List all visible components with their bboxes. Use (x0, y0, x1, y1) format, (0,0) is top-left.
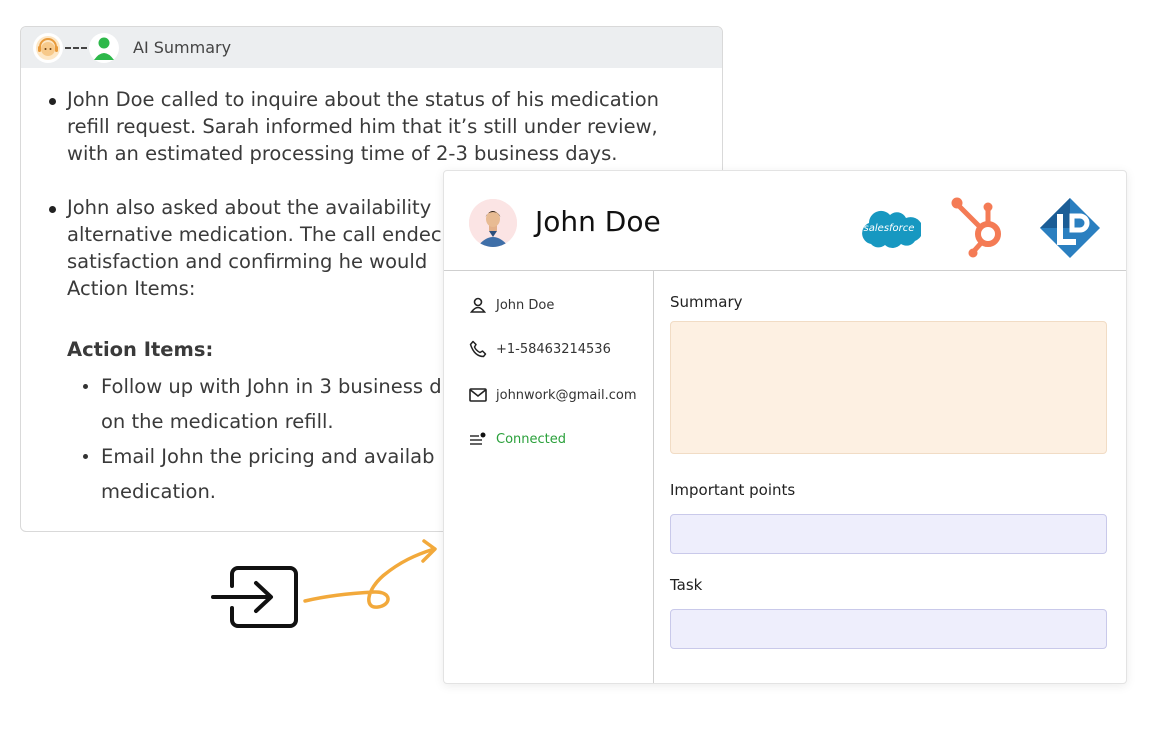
summary-bullet: John Doe called to inquire about the sta… (45, 86, 698, 167)
contact-name-row: John Doe (468, 295, 554, 315)
customer-avatar-icon (89, 32, 119, 63)
lp-logo-icon[interactable] (1038, 196, 1102, 264)
curved-arrow-icon (300, 535, 445, 619)
task-field[interactable] (670, 609, 1107, 649)
task-field-label: Task (670, 576, 703, 594)
contact-email-row[interactable]: johnwork@gmail.com (468, 385, 637, 405)
contact-phone-value: +1-58463214536 (496, 341, 611, 357)
contact-avatar (469, 199, 517, 247)
contact-email-value: johnwork@gmail.com (496, 387, 637, 403)
mail-icon (468, 385, 488, 405)
important-points-field[interactable] (670, 514, 1107, 554)
salesforce-logo-icon[interactable]: salesforce (857, 204, 923, 254)
user-icon (468, 295, 488, 315)
summary-field[interactable] (670, 321, 1107, 454)
summary-field-label: Summary (670, 293, 743, 311)
contact-name-value: John Doe (496, 297, 555, 313)
contact-main: Summary Important points Task (670, 271, 1107, 683)
summary-line: refill request. Sarah informed him that … (67, 115, 658, 138)
salesforce-logo-text: salesforce (864, 223, 915, 234)
contact-phone-row[interactable]: +1-58463214536 (468, 339, 611, 359)
contact-sidebar: John Doe +1-58463214536 johnwork@gmail.c… (444, 271, 654, 683)
contact-header: John Doe salesforce (444, 171, 1126, 271)
summary-header: AI Summary (21, 27, 722, 68)
summary-title: AI Summary (133, 38, 232, 57)
important-points-label: Important points (670, 481, 796, 499)
hubspot-logo-icon[interactable] (949, 196, 1009, 262)
contact-card: John Doe salesforce John Doe +1-58463214… (443, 170, 1127, 684)
contact-status-value: Connected (496, 431, 567, 447)
status-list-icon (468, 429, 488, 449)
connection-dash (65, 46, 87, 49)
phone-icon (468, 339, 488, 359)
contact-name: John Doe (535, 205, 661, 238)
summary-line: with an estimated processing time of 2-3… (67, 142, 618, 165)
contact-status-row: Connected (468, 429, 566, 449)
summary-line: John Doe called to inquire about the sta… (67, 88, 660, 111)
agent-avatar-icon (33, 32, 63, 63)
export-icon[interactable] (210, 564, 300, 638)
